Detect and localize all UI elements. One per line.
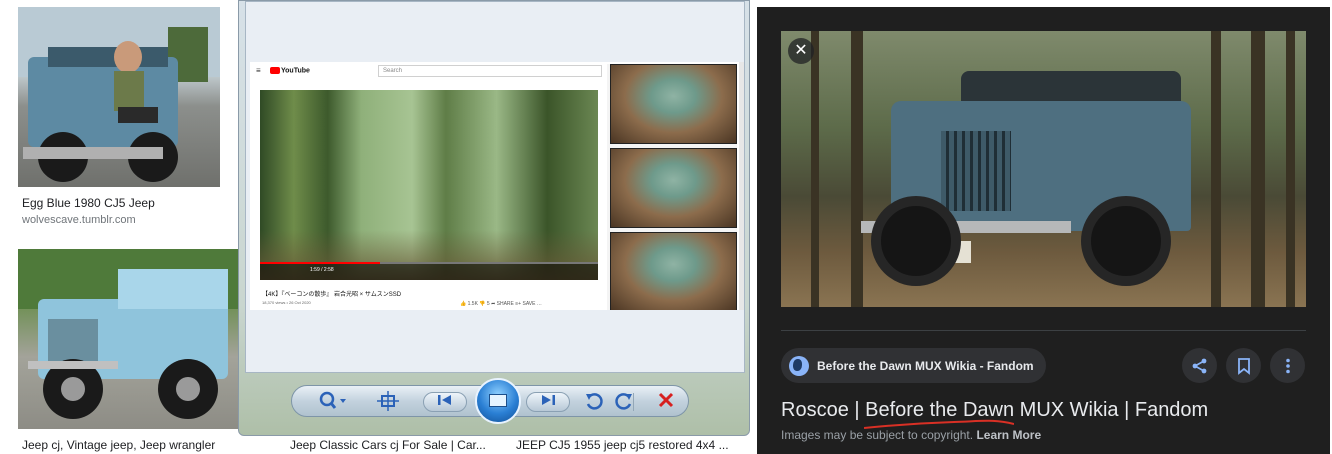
jeep-with-person-illustration bbox=[18, 7, 220, 182]
youtube-video-title: 【4K】『ベーコンの散歩』 岩合光昭 × サムスンSSD bbox=[262, 292, 402, 298]
more-vertical-icon bbox=[1285, 358, 1290, 373]
next-button[interactable] bbox=[526, 392, 570, 412]
youtube-scrollbar bbox=[739, 62, 744, 310]
save-button[interactable] bbox=[1226, 348, 1261, 383]
screen: Egg Blue 1980 CJ5 Jeep wolvescave.tumblr… bbox=[0, 0, 1332, 454]
bookmark-icon bbox=[1237, 357, 1250, 375]
related-thumbnail bbox=[610, 148, 737, 228]
photo-viewer-canvas: ≡ YouTube Search 1:59 / 2:58 【4K】『ベーコンの散… bbox=[245, 1, 745, 373]
actual-size-icon bbox=[377, 391, 399, 411]
related-thumbnail bbox=[610, 64, 737, 144]
photo-viewer-window: ≡ YouTube Search 1:59 / 2:58 【4K】『ベーコンの散… bbox=[238, 0, 750, 436]
youtube-header: ≡ YouTube Search bbox=[250, 62, 602, 84]
toolbar-divider bbox=[633, 393, 634, 411]
image-source[interactable]: wolvescave.tumblr.com bbox=[22, 214, 136, 226]
more-options-button[interactable] bbox=[1270, 348, 1305, 383]
youtube-time: 1:59 / 2:58 bbox=[310, 267, 334, 273]
tree bbox=[1286, 31, 1295, 307]
image-preview-panel: ✕ Before the Dawn MUX Wikia - Fandom Ros… bbox=[757, 7, 1330, 454]
globe-icon bbox=[789, 355, 809, 376]
menu-icon: ≡ bbox=[256, 66, 261, 75]
rotate-counterclockwise-icon bbox=[586, 393, 603, 410]
slideshow-icon bbox=[489, 394, 507, 407]
delete-button[interactable] bbox=[654, 391, 678, 413]
youtube-video-frame bbox=[260, 90, 598, 280]
image-thumbnail-egg-blue-jeep[interactable] bbox=[18, 7, 220, 187]
share-button[interactable] bbox=[1182, 348, 1217, 383]
youtube-video-meta: 18,370 views • 26 Oct 2020 bbox=[262, 300, 311, 305]
delete-icon bbox=[658, 392, 674, 408]
slideshow-button[interactable] bbox=[475, 378, 521, 424]
tree bbox=[811, 31, 819, 307]
close-icon: ✕ bbox=[794, 42, 808, 59]
preview-image[interactable] bbox=[781, 31, 1306, 307]
photo-viewer-toolbar bbox=[291, 378, 689, 424]
actual-size-button[interactable] bbox=[376, 391, 400, 413]
jeep-wheel bbox=[871, 196, 961, 286]
rotate-clockwise-icon bbox=[615, 393, 632, 410]
image-thumbnail-light-blue-jeep[interactable] bbox=[18, 249, 240, 429]
image-title[interactable]: JEEP CJ5 1955 jeep cj5 restored 4x4 ... bbox=[516, 438, 741, 452]
youtube-action-row: 👍 1.5K 👎 5 ➦ SHARE ≡+ SAVE … bbox=[460, 301, 542, 307]
image-title[interactable]: Jeep Classic Cars cj For Sale | Car... bbox=[290, 438, 495, 452]
close-button[interactable]: ✕ bbox=[788, 38, 814, 64]
youtube-progress-bar bbox=[260, 262, 598, 264]
learn-more-link[interactable]: Learn More bbox=[976, 428, 1041, 442]
rotate-counterclockwise-button[interactable] bbox=[582, 391, 606, 413]
previous-button[interactable] bbox=[423, 392, 467, 412]
image-title[interactable]: Jeep cj, Vintage jeep, Jeep wrangler bbox=[22, 438, 237, 452]
tree bbox=[1211, 31, 1221, 307]
source-name: Before the Dawn MUX Wikia - Fandom bbox=[817, 358, 1034, 373]
source-chip[interactable]: Before the Dawn MUX Wikia - Fandom bbox=[781, 348, 1046, 383]
youtube-related-thumbnails bbox=[607, 64, 737, 310]
related-thumbnail bbox=[610, 232, 737, 310]
previous-icon bbox=[438, 395, 451, 405]
zoom-button[interactable] bbox=[316, 391, 350, 413]
share-icon bbox=[1192, 358, 1206, 373]
youtube-screenshot-image: ≡ YouTube Search 1:59 / 2:58 【4K】『ベーコンの散… bbox=[250, 62, 744, 310]
next-icon bbox=[542, 395, 555, 405]
youtube-play-icon bbox=[270, 67, 280, 74]
copyright-notice: Images may be subject to copyright. Lear… bbox=[781, 428, 1042, 442]
magnifier-icon bbox=[319, 391, 346, 409]
jeep-wheel bbox=[1081, 196, 1171, 286]
youtube-search-box: Search bbox=[378, 65, 602, 77]
youtube-progress-fill bbox=[260, 262, 380, 264]
jeep-grille bbox=[941, 131, 1011, 211]
image-title[interactable]: Egg Blue 1980 CJ5 Jeep bbox=[22, 196, 155, 210]
light-blue-jeep-illustration bbox=[18, 249, 240, 419]
tree bbox=[1251, 31, 1265, 307]
tree bbox=[851, 31, 863, 307]
panel-divider bbox=[781, 330, 1306, 331]
youtube-logo: YouTube bbox=[270, 67, 310, 74]
